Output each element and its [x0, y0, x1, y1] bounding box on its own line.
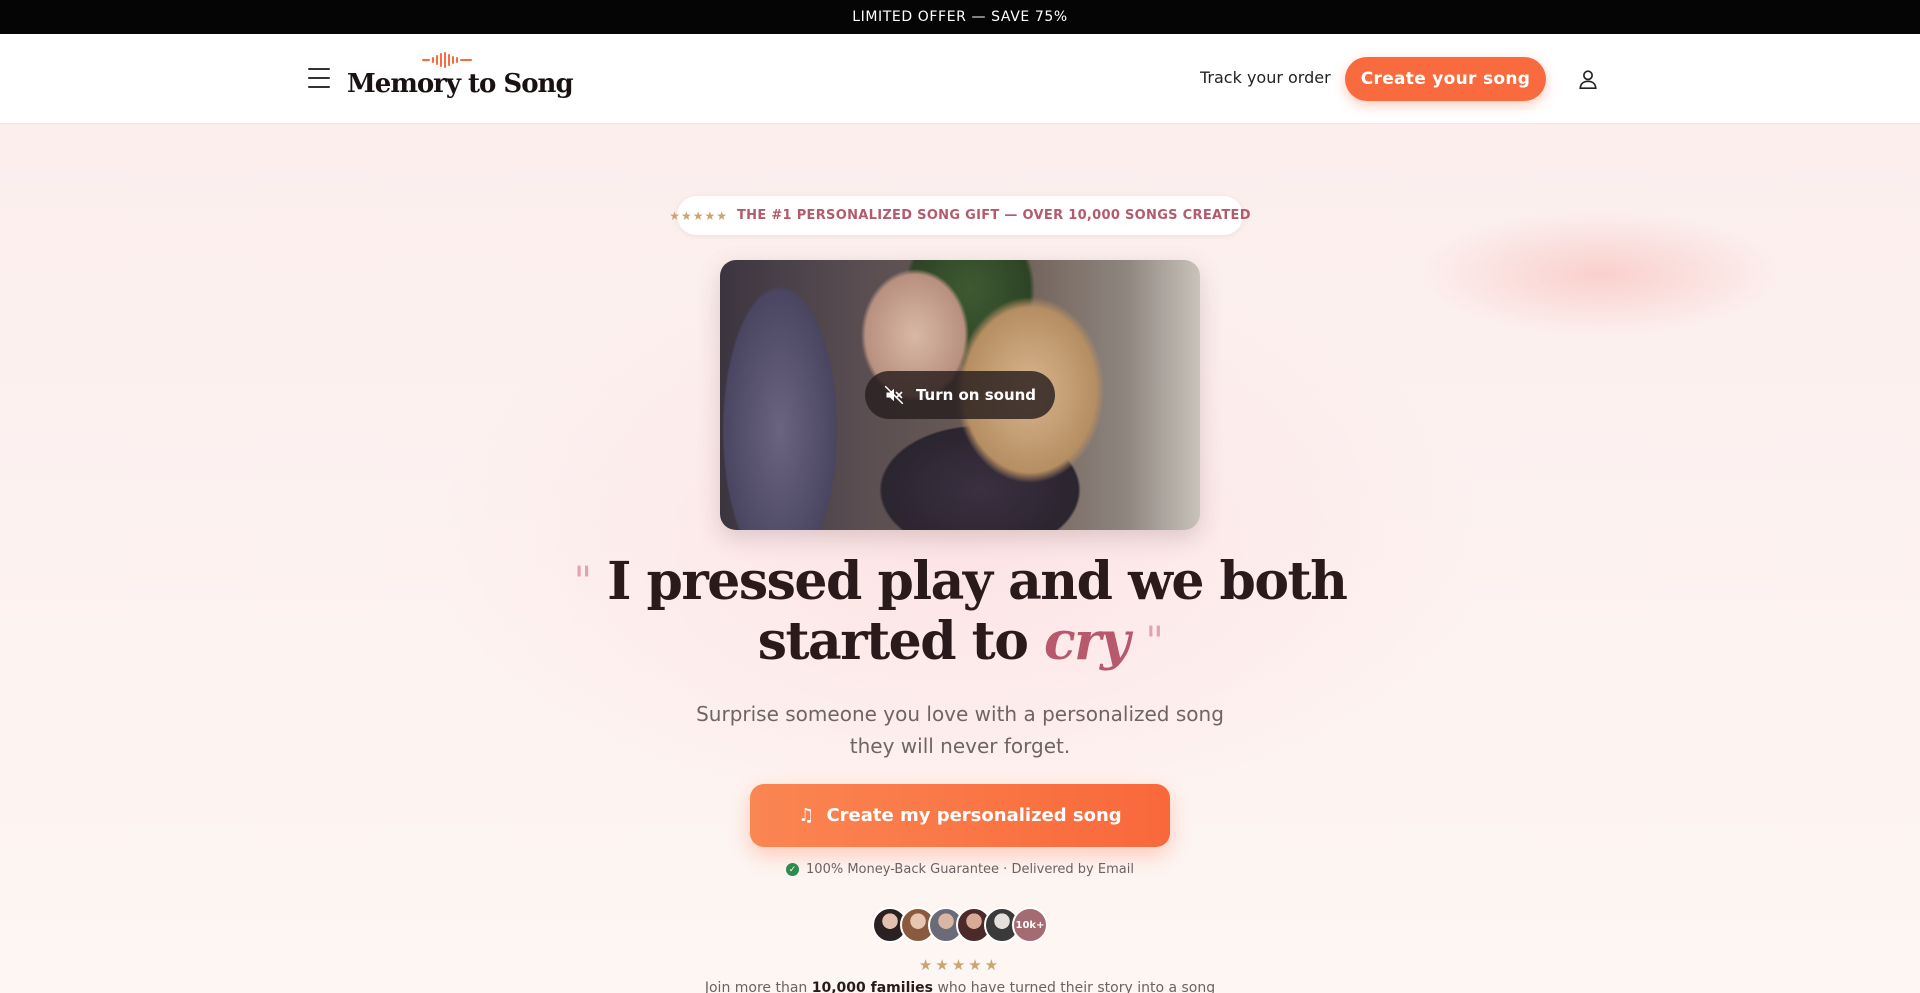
guarantee-text: 100% Money-Back Guarantee · Delivered by… [806, 862, 1134, 877]
join-suffix: who have turned their story into a song [937, 980, 1216, 993]
join-prefix: Join more than [704, 980, 808, 993]
trust-badge: ★★★★★ THE #1 PERSONALIZED SONG GIFT — OV… [669, 196, 1250, 235]
headline-accent: cry [1043, 611, 1130, 672]
rating-stars: ★★★★★ [918, 956, 1002, 974]
create-song-button[interactable]: Create your song [1345, 57, 1546, 101]
check-icon: ✓ [786, 863, 800, 876]
muted-speaker-icon [884, 385, 904, 405]
logo[interactable]: Memory to Song [347, 52, 574, 108]
turn-on-sound-label: Turn on sound [915, 386, 1037, 404]
hero-subtitle: Surprise someone you love with a persona… [696, 702, 1224, 758]
badge-stars: ★★★★★ [669, 208, 729, 223]
menu-icon[interactable] [308, 68, 330, 88]
guarantee-note: ✓ 100% Money-Back Guarantee · Delivered … [690, 862, 1230, 877]
avatars-count: 10k+ [1012, 907, 1048, 943]
badge-text: THE #1 PERSONALIZED SONG GIFT — OVER 10,… [737, 208, 1251, 223]
logo-text: Memory to Song [347, 69, 574, 99]
user-account-icon[interactable] [1577, 68, 1599, 90]
create-personalized-song-button[interactable]: ♫ Create my personalized song [750, 784, 1170, 847]
join-highlight: 10,000 families [811, 980, 933, 993]
customer-avatars: 10k+ [872, 907, 1048, 943]
testimonial-video[interactable]: Turn on sound [720, 260, 1200, 530]
sound-wave-icon [422, 52, 472, 68]
headline-line-2: started to [757, 611, 1029, 672]
track-order-link[interactable]: Track your order [1200, 68, 1331, 87]
hero-headline: " I pressed play and we both started to … [560, 552, 1360, 672]
announcement-text: LIMITED OFFER — SAVE 75% [852, 9, 1068, 25]
open-quote: " [573, 559, 592, 605]
announcement-bar: LIMITED OFFER — SAVE 75% [0, 0, 1920, 34]
music-note-icon: ♫ [798, 805, 815, 826]
turn-on-sound-button[interactable]: Turn on sound [865, 371, 1055, 419]
close-quote: " [1145, 619, 1163, 665]
join-text: Join more than 10,000 families who have … [560, 980, 1360, 993]
site-header: Memory to Song Track your order Create y… [0, 34, 1920, 124]
cta-label: Create my personalized song [826, 805, 1122, 826]
headline-line-1: I pressed play and we both [607, 551, 1348, 612]
